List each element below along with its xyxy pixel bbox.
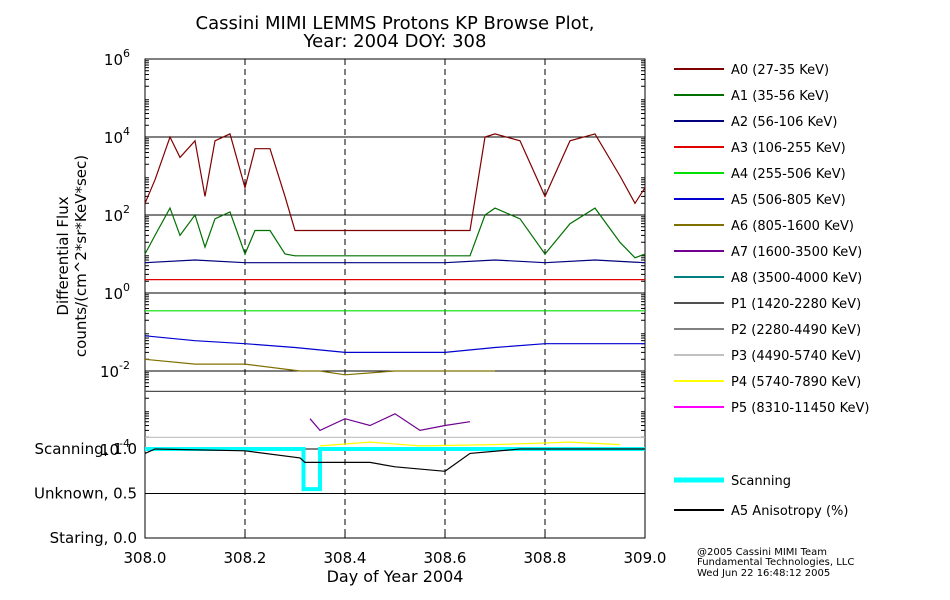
footer-company: Fundamental Technologies, LLC (697, 557, 854, 568)
legend-label: A8 (3500-4000 KeV) (731, 271, 862, 286)
flux-series-line (309, 413, 471, 432)
flux-series-line (144, 358, 495, 376)
y-axis-label-line1: Differential Flux (54, 196, 72, 315)
x-tick-label: 308.2 (224, 549, 267, 567)
y-tick-label: 100 (104, 281, 130, 303)
flux-gridlines (145, 58, 645, 538)
y-tick-label: 104 (104, 125, 130, 147)
legend-label: A5 Anisotropy (%) (731, 504, 848, 519)
legend-label: Scanning (731, 474, 791, 489)
flux-series-line (144, 259, 646, 264)
legend-label: A4 (255-506 KeV) (731, 167, 846, 182)
x-tick-label: 309.0 (624, 549, 667, 567)
flux-panel-frame (144, 58, 646, 450)
flux-y-ticks: 10610410210010-210-4 (100, 47, 130, 459)
anisotropy-y-tick-label: Staring, 0.0 (50, 529, 137, 547)
legend-label: A2 (56-106 KeV) (731, 115, 837, 130)
y-tick-label: 10-2 (100, 359, 130, 381)
legend-label: A0 (27-35 KeV) (731, 63, 829, 78)
browse-plot: Cassini MIMI LEMMS Protons KP Browse Plo… (34, 13, 869, 586)
legend-label: A6 (805-1600 KeV) (731, 219, 854, 234)
legend-label: P3 (4490-5740 KeV) (731, 349, 861, 364)
legend-label: A5 (506-805 KeV) (731, 193, 846, 208)
x-tick-label: 308.4 (324, 549, 367, 567)
x-axis-label: Day of Year 2004 (327, 567, 464, 586)
chart-subtitle: Year: 2004 DOY: 308 (303, 31, 487, 52)
legend-label: P4 (5740-7890 KeV) (731, 375, 861, 390)
y-tick-label: 102 (104, 203, 130, 225)
anisotropy-gridlines: Scanning, 1.0 Unknown, 0.5 Staring, 0.0 (34, 440, 645, 547)
x-tick-label: 308.0 (124, 549, 167, 567)
anisotropy-series-lines (144, 447, 645, 492)
anisotropy-series-line (145, 447, 645, 492)
flux-panel: 10610410210010-210-4 (100, 47, 646, 538)
anisotropy-y-tick-label: Unknown, 0.5 (34, 485, 137, 503)
footer-credits: @2005 Cassini MIMI Team Fundamental Tech… (697, 547, 854, 579)
flux-series-line (144, 206, 646, 259)
footer-timestamp: Wed Jun 22 16:48:12 2005 (697, 568, 830, 579)
anisotropy-series-line (144, 448, 645, 472)
x-tick-labels: 308.0 308.2 308.4 308.6 308.8 309.0 (124, 532, 667, 567)
anisotropy-y-tick-label: Scanning, 1.0 (34, 440, 137, 458)
legend-label: P5 (8310-11450 KeV) (731, 401, 869, 416)
flux-series-line (144, 335, 645, 353)
legend-label: P1 (1420-2280 KeV) (731, 297, 861, 312)
flux-series-lines (144, 133, 646, 447)
flux-series-line (319, 441, 621, 447)
y-tick-label: 106 (104, 47, 130, 69)
y-axis-label-line2: counts/(cm^2*sr*KeV*sec) (72, 155, 90, 357)
legend-label: A7 (1600-3500 KeV) (731, 245, 862, 260)
anisotropy-panel: Scanning, 1.0 Unknown, 0.5 Staring, 0.0 (34, 440, 646, 547)
legend: A0 (27-35 KeV) A1 (35-56 KeV) A2 (56-106 K… (674, 63, 869, 519)
x-tick-label: 308.6 (424, 549, 467, 567)
legend-label: A3 (106-255 KeV) (731, 141, 846, 156)
legend-label: P2 (2280-4490 KeV) (731, 323, 861, 338)
legend-label: A1 (35-56 KeV) (731, 89, 829, 104)
x-tick-label: 308.8 (524, 549, 567, 567)
